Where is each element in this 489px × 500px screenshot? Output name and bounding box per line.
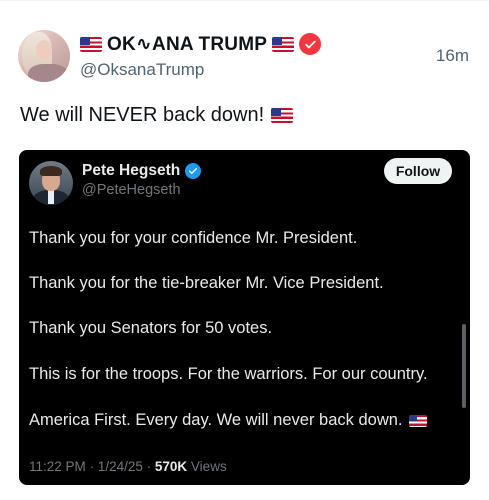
us-flag-icon	[271, 108, 294, 123]
author-handle[interactable]: @OksanaTrump	[80, 60, 204, 80]
quoted-author-handle[interactable]: @PeteHegseth	[82, 182, 181, 198]
views-count: 570K	[154, 459, 188, 474]
quoted-post-meta: 11:22 PM · 1/24/25 · 570K Views	[29, 459, 227, 474]
quoted-text-line: This is for the troops. For the warriors…	[29, 365, 428, 383]
us-flag-icon	[408, 414, 427, 427]
post-text: We will NEVER back down!	[20, 104, 294, 127]
top-divider	[0, 0, 489, 1]
verified-badge-icon	[185, 163, 202, 179]
quoted-text-line-with-flag: America First. Every day. We will never …	[29, 411, 427, 430]
us-flag-icon	[272, 36, 295, 52]
post-text-body: We will NEVER back down!	[20, 104, 265, 126]
display-name[interactable]: OK∿ANA TRUMP	[107, 33, 267, 56]
quoted-text-line: Thank you Senators for 50 votes.	[29, 319, 273, 337]
quoted-post-date[interactable]: 1/24/25	[98, 459, 143, 474]
quoted-text-line: America First. Every day. We will never …	[29, 411, 403, 429]
quoted-author-name-text: Pete Hegseth	[82, 162, 181, 179]
quoted-avatar[interactable]	[29, 161, 73, 205]
follow-button[interactable]: Follow	[384, 158, 452, 184]
us-flag-icon	[80, 36, 102, 52]
quoted-text-line: Thank you for the tie-breaker Mr. Vice P…	[29, 274, 384, 292]
verified-badge-icon	[299, 33, 322, 55]
quoted-post-card[interactable]: Pete Hegseth @PeteHegseth Follow Thank y…	[19, 150, 470, 485]
avatar[interactable]	[18, 30, 70, 82]
post-timestamp[interactable]: 16m	[436, 46, 469, 66]
quoted-author-name[interactable]: Pete Hegseth	[82, 162, 202, 180]
views-label: Views	[190, 459, 227, 474]
author-name-row[interactable]: OK∿ANA TRUMP	[80, 31, 322, 57]
scrollbar[interactable]	[462, 324, 466, 408]
quoted-text-line: Thank you for your confidence Mr. Presid…	[29, 229, 358, 247]
quoted-post-time[interactable]: 11:22 PM	[29, 459, 86, 474]
